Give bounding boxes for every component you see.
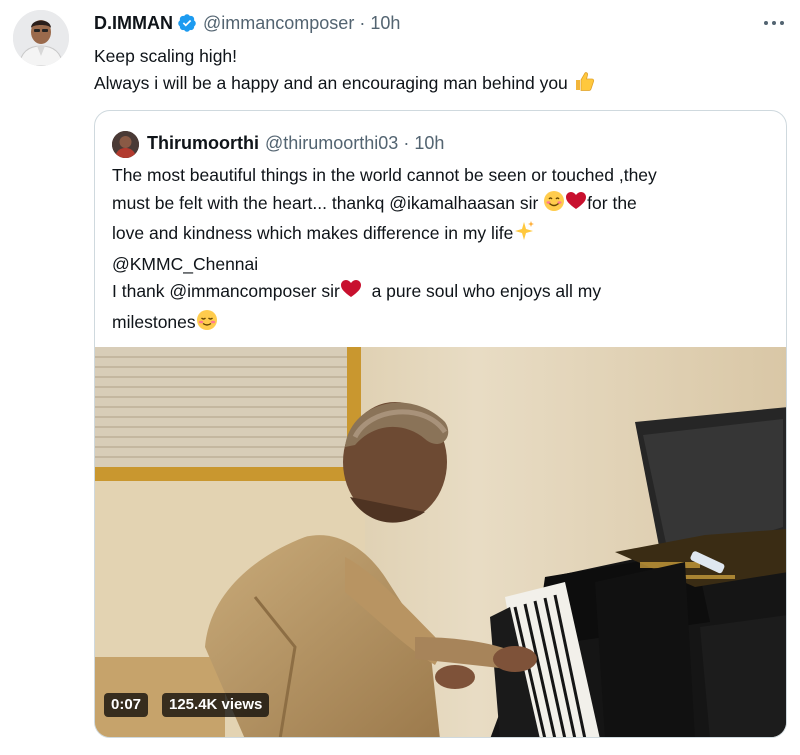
quoted-line-4: @KMMC_Chennai (112, 253, 259, 274)
thumbs-up-emoji-icon (573, 70, 595, 100)
video-views-badge: 125.4K views (162, 693, 270, 717)
quoted-line-2-end: for the (587, 192, 637, 213)
quoted-line-5: I thank @immancomposer sir a pure soul w… (112, 278, 782, 309)
tweet-timestamp[interactable]: 10h (370, 13, 400, 34)
quoted-line-5-text: I thank @immancomposer sir (112, 281, 340, 301)
video-duration-badge: 0:07 (104, 693, 149, 717)
author-handle[interactable]: @immancomposer (203, 13, 354, 34)
tweet-header: D.IMMAN @immancomposer · 10h (94, 12, 400, 34)
separator-dot: · (359, 12, 366, 33)
author-avatar[interactable] (13, 10, 69, 66)
quoted-separator-dot: · (403, 132, 410, 153)
video-player[interactable]: 0:07 125.4K views (95, 347, 786, 737)
tweet-line-1: Keep scaling high! (94, 46, 238, 66)
video-thumbnail (95, 347, 786, 737)
tweet-line-2-text: Always i will be a happy and an encourag… (94, 73, 568, 93)
quoted-line-6: milestones (112, 309, 782, 340)
quoted-line-2-text: must be felt with the heart... thankq @i… (112, 192, 544, 213)
quoted-author-name[interactable]: Thirumoorthi (147, 133, 259, 154)
red-heart-emoji-icon (565, 190, 587, 221)
smiling-face-emoji-icon (543, 190, 565, 221)
quoted-text: The most beautiful things in the world c… (112, 162, 782, 339)
quoted-line-6-text: milestones (112, 311, 196, 332)
more-options-icon[interactable] (760, 13, 788, 33)
sparkles-emoji-icon (513, 220, 535, 251)
quoted-author-avatar[interactable] (112, 131, 139, 158)
author-name[interactable]: D.IMMAN (94, 13, 173, 34)
quoted-tweet[interactable]: Thirumoorthi @thirumoorthi03 · 10h The m… (94, 110, 787, 738)
quoted-line-3: love and kindness which makes difference… (112, 220, 782, 251)
tweet-text: Keep scaling high! Always i will be a ha… (94, 43, 784, 100)
quoted-line-2: must be felt with the heart... thankq @i… (112, 190, 782, 221)
tweet-line-2: Always i will be a happy and an encourag… (94, 70, 784, 100)
tweet[interactable]: D.IMMAN @immancomposer · 10h Keep scalin… (0, 0, 800, 755)
quoted-author-handle[interactable]: @thirumoorthi03 (265, 133, 398, 154)
red-heart-emoji-icon-2 (340, 278, 362, 309)
relieved-face-emoji-icon (196, 309, 218, 340)
quoted-line-3-text: love and kindness which makes difference… (112, 223, 514, 243)
verified-badge-icon (177, 13, 197, 33)
quoted-header: Thirumoorthi @thirumoorthi03 · 10h (147, 132, 444, 154)
quoted-line-5-end: a pure soul who enjoys all my (361, 281, 602, 301)
quoted-line-1: The most beautiful things in the world c… (112, 165, 657, 185)
quoted-timestamp[interactable]: 10h (414, 133, 444, 154)
